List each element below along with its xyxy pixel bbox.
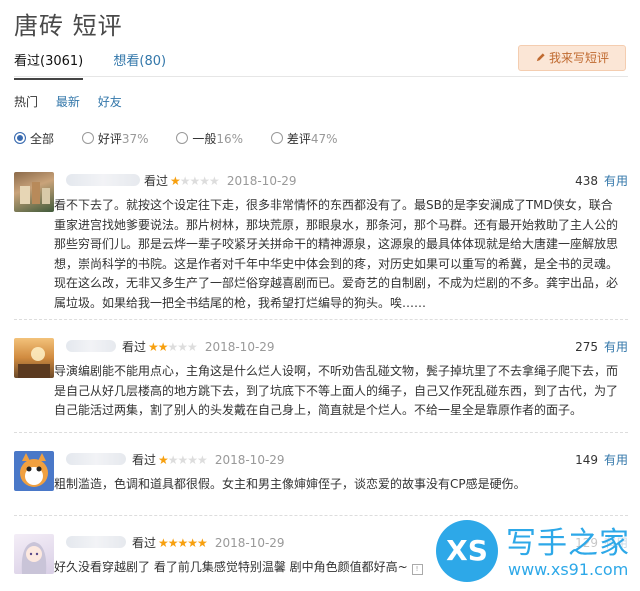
comment-meta: 看过 ★★★★★ 2018-10-29	[144, 172, 297, 189]
comment-item: 看过 ★★★★★ 2018-10-29 438 有用 看不下去了。就按这个设定往下走，…	[14, 172, 628, 310]
sort-bar: 热门 最新 好友	[14, 93, 136, 110]
comment-divider	[14, 432, 628, 433]
filter-neutral[interactable]: 一般16%	[176, 130, 243, 147]
comment-item: 看过 ★★★★★ 2018-10-29 275 有用 导演编剧能不能用点心，主角这是什…	[14, 338, 628, 418]
rating-filter: 全部 好评37% 一般16% 差评47%	[14, 130, 362, 147]
filter-label: 一般	[192, 132, 217, 146]
avatar[interactable]	[14, 534, 54, 574]
username-redacted	[66, 174, 140, 186]
watermark-logo: XS	[436, 520, 498, 582]
comment-divider	[14, 319, 628, 320]
tabs-divider	[14, 76, 628, 77]
comment-text: 看不下去了。就按这个设定往下走，很多非常情怀的东西都没有了。最SB的是李安澜成了…	[54, 198, 619, 310]
filter-label: 全部	[30, 132, 55, 146]
vote-count: 149	[575, 453, 598, 467]
write-review-button[interactable]: 我来写短评	[518, 45, 626, 71]
filter-positive[interactable]: 好评37%	[81, 130, 149, 147]
username-redacted	[66, 536, 126, 548]
page-title: 唐砖 短评	[14, 12, 123, 40]
avatar-image	[21, 542, 47, 574]
radio-icon	[81, 132, 94, 144]
comment-meta: 看过 ★★★★★ 2018-10-29	[132, 451, 285, 468]
username-redacted	[66, 453, 126, 465]
avatar-image	[20, 453, 48, 487]
vote-box: 275 有用	[575, 338, 628, 355]
comment-date: 2018-10-29	[214, 536, 285, 550]
rating-stars: ★★★★★	[170, 174, 220, 188]
watermark-logo-text: XS	[446, 534, 488, 567]
comment-text-body: 好久没看穿越剧了 看了前几集感觉特别温馨 剧中角色颜值都好高~	[54, 560, 408, 574]
comment-meta: 看过 ★★★★★ 2018-10-29	[122, 338, 275, 355]
avatar-image	[18, 347, 50, 378]
watermark: XS 写手之家 www.xs91.com	[434, 518, 634, 584]
comment-status: 看过	[144, 174, 169, 188]
tab-want-to-watch[interactable]: 想看(80)	[113, 50, 166, 69]
watermark-title: 写手之家	[506, 526, 630, 561]
comment-text: 粗制滥造，色调和道具都很假。女主和男主像婶婶侄子，谈恋爱的故事没有CP感是硬伤。	[54, 477, 526, 491]
comment-date: 2018-10-29	[214, 453, 285, 467]
report-icon[interactable]: !	[411, 564, 423, 575]
rating-stars: ★★★★★	[158, 453, 208, 467]
filter-percent: 47%	[310, 132, 338, 146]
comment-divider	[14, 515, 628, 516]
vote-count: 275	[575, 340, 598, 354]
sort-hot[interactable]: 热门	[14, 95, 38, 109]
avatar[interactable]	[14, 338, 54, 378]
vote-box: 149 有用	[575, 451, 628, 468]
write-review-label: 我来写短评	[548, 51, 609, 65]
filter-percent: 16%	[216, 132, 244, 146]
filter-negative[interactable]: 差评47%	[270, 130, 338, 147]
watermark-url: www.xs91.com	[508, 560, 629, 579]
avatar[interactable]	[14, 172, 54, 212]
vote-count: 438	[575, 174, 598, 188]
radio-icon	[270, 132, 283, 144]
comment-status: 看过	[132, 453, 157, 467]
vote-box: 438 有用	[575, 172, 628, 189]
avatar[interactable]	[14, 451, 54, 491]
useful-button[interactable]: 有用	[604, 174, 628, 188]
comment-meta: 看过 ★★★★★ 2018-10-29	[132, 534, 285, 551]
filter-all[interactable]: 全部	[14, 130, 54, 147]
radio-selected-icon	[14, 132, 26, 144]
comment-status: 看过	[132, 536, 157, 550]
radio-icon	[176, 132, 189, 144]
filter-label: 好评	[97, 132, 122, 146]
comment-date: 2018-10-29	[204, 340, 275, 354]
sort-latest[interactable]: 最新	[56, 95, 80, 109]
useful-button[interactable]: 有用	[604, 340, 628, 354]
username-redacted	[66, 340, 116, 352]
avatar-image	[20, 182, 50, 204]
filter-label: 差评	[286, 132, 311, 146]
useful-button[interactable]: 有用	[604, 453, 628, 467]
filter-percent: 37%	[121, 132, 149, 146]
comment-item: 看过 ★★★★★ 2018-10-29 149 有用 粗制滥造，色调和道具都很假。女主…	[14, 451, 628, 501]
pencil-icon	[536, 53, 545, 62]
rating-stars: ★★★★★	[148, 340, 198, 354]
rating-stars: ★★★★★	[158, 536, 208, 550]
comment-date: 2018-10-29	[226, 174, 297, 188]
comment-status: 看过	[122, 340, 147, 354]
sort-friends[interactable]: 好友	[98, 95, 122, 109]
comment-text: 导演编剧能不能用点心，主角这是什么烂人设啊，不听劝告乱碰文物，鬓子掉坑里了不去拿…	[54, 364, 619, 418]
